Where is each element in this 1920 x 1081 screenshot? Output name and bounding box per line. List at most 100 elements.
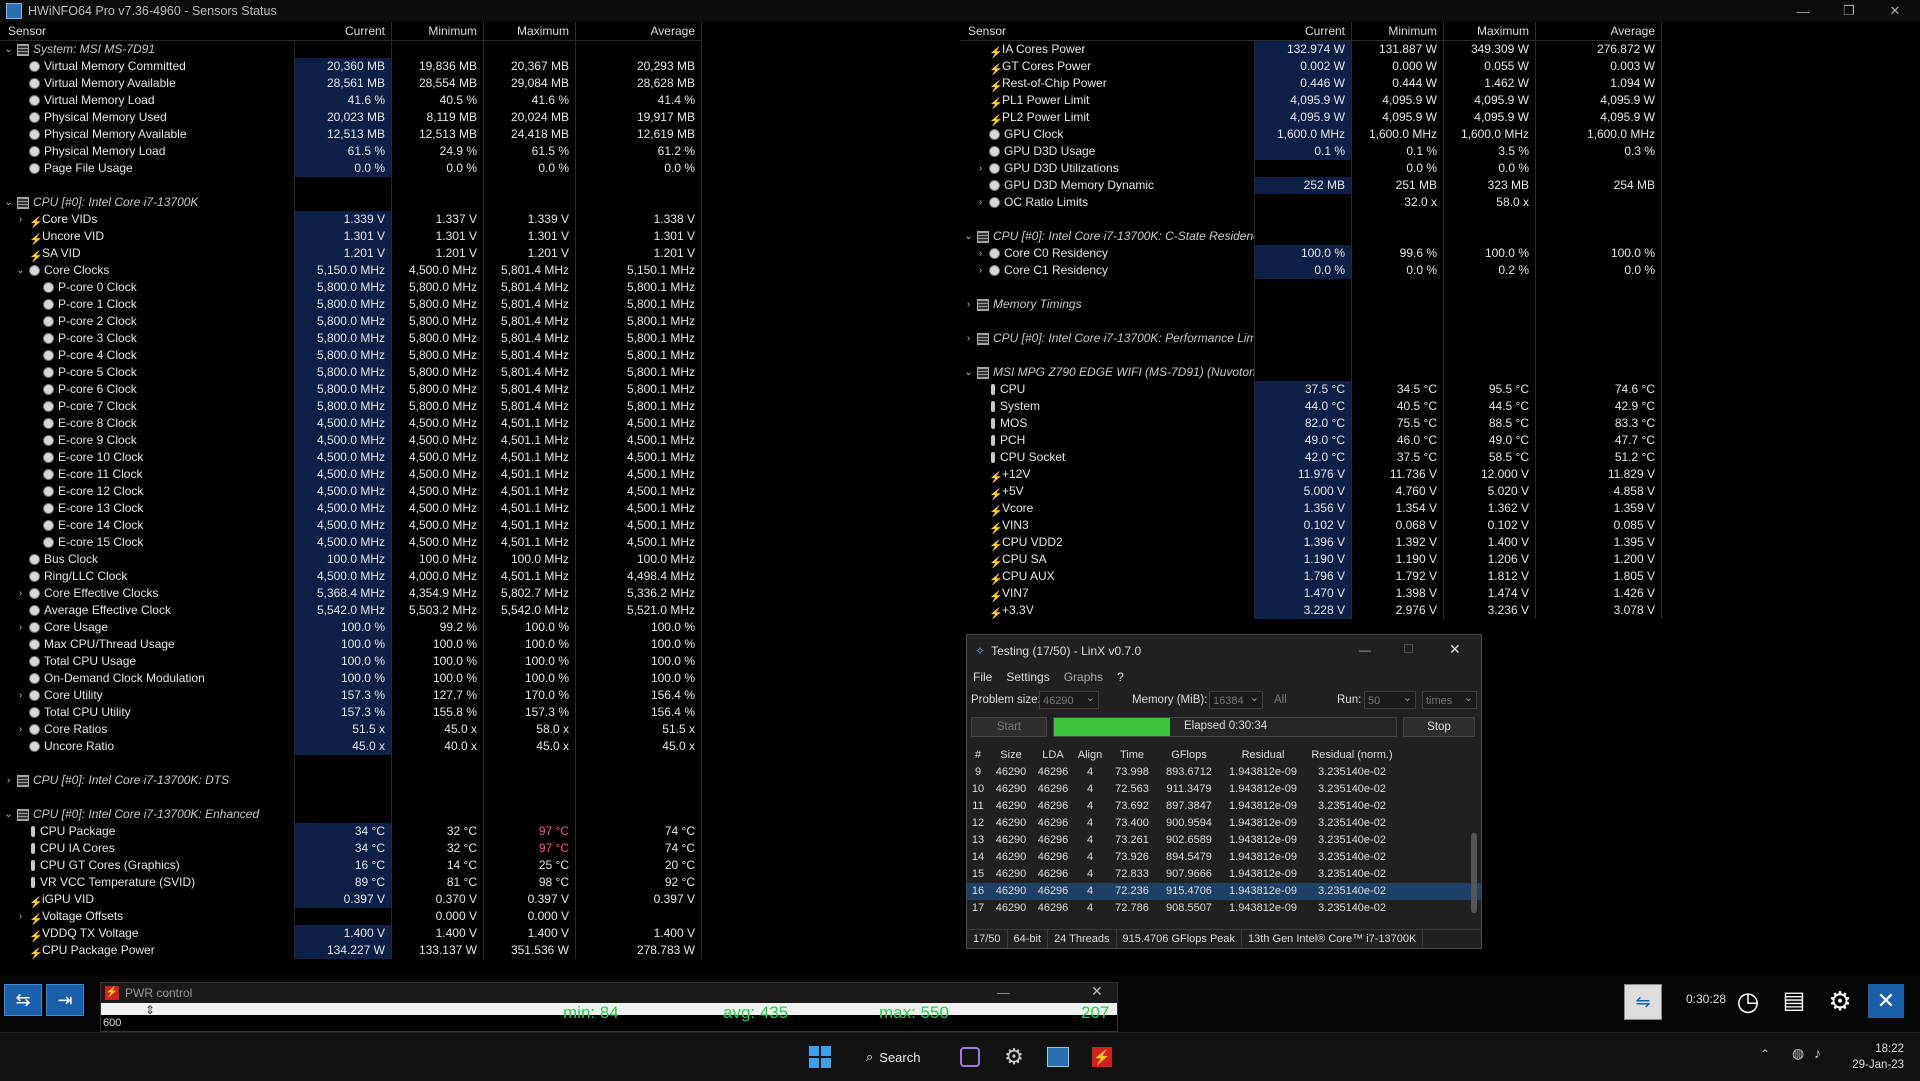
sensor-row[interactable]: Total CPU Utility 157.3 % 155.8 % 157.3 % 15…: [0, 704, 702, 721]
sensor-row[interactable]: CPU Package 34 °C 32 °C 97 °C 74 °C: [0, 823, 702, 840]
expand-toggle-icon[interactable]: ›: [974, 194, 987, 211]
expand-toggle-icon[interactable]: ›: [14, 585, 27, 602]
pwr-taskbar-icon[interactable]: ⚡: [1086, 1041, 1118, 1073]
sensor-row[interactable]: CPU 37.5 °C 34.5 °C 95.5 °C 74.6 °C: [960, 381, 1662, 398]
sensor-row[interactable]: › Core Effective Clocks 5,368.4 MHz 4,354.9…: [0, 585, 702, 602]
nav-right-icon[interactable]: ⇥: [46, 984, 84, 1016]
nav-left-icon[interactable]: ⇆: [4, 984, 42, 1016]
memory-all-button[interactable]: All: [1274, 694, 1287, 706]
results-col-header[interactable]: #: [967, 747, 989, 764]
sensor-row[interactable]: E-core 13 Clock 4,500.0 MHz 4,500.0 MHz 4,5…: [0, 500, 702, 517]
sensor-row[interactable]: GPU Clock 1,600.0 MHz 1,600.0 MHz 1,600.0 M…: [960, 126, 1662, 143]
problem-size-select[interactable]: 46290: [1039, 689, 1099, 709]
sensor-row[interactable]: ⚡ SA VID 1.201 V 1.201 V 1.201 V 1.201 V: [0, 245, 702, 262]
sensor-row[interactable]: ⚡ VIN3 0.102 V 0.068 V 0.102 V 0.085 V: [960, 517, 1662, 534]
sensor-row[interactable]: P-core 0 Clock 5,800.0 MHz 5,800.0 MHz 5,80…: [0, 279, 702, 296]
menu-file[interactable]: File: [973, 670, 992, 684]
sensor-row[interactable]: CPU IA Cores 34 °C 32 °C 97 °C 74 °C: [0, 840, 702, 857]
sensor-row[interactable]: P-core 6 Clock 5,800.0 MHz 5,800.0 MHz 5,80…: [0, 381, 702, 398]
sensor-group-row[interactable]: ⌄ System: MSI MS-7D91: [0, 41, 702, 58]
taskbar-search[interactable]: ⌕ Search: [854, 1041, 946, 1073]
expand-toggle-icon[interactable]: ›: [14, 908, 27, 925]
report-icon[interactable]: ▤: [1776, 984, 1812, 1018]
sensor-row[interactable]: › Core Ratios 51.5 x 45.0 x 58.0 x 51.5 x: [0, 721, 702, 738]
sensor-row[interactable]: Virtual Memory Committed 20,360 MB 19,836 …: [0, 58, 702, 75]
sensor-row[interactable]: P-core 1 Clock 5,800.0 MHz 5,800.0 MHz 5,80…: [0, 296, 702, 313]
hwinfo-taskbar-icon[interactable]: [1042, 1041, 1074, 1073]
menu-help[interactable]: ?: [1117, 670, 1124, 684]
minimize-icon[interactable]: —: [1359, 643, 1371, 657]
expand-toggle-icon[interactable]: ›: [974, 160, 987, 177]
sensor-row[interactable]: ⚡ +12V 11.976 V 11.736 V 12.000 V 11.829 V: [960, 466, 1662, 483]
stop-button[interactable]: Stop: [1403, 717, 1475, 737]
sensor-row[interactable]: ⚡ CPU AUX 1.796 V 1.792 V 1.812 V 1.805 V: [960, 568, 1662, 585]
sensor-row[interactable]: ⚡ VIN7 1.470 V 1.398 V 1.474 V 1.426 V: [960, 585, 1662, 602]
sensor-row[interactable]: Ring/LLC Clock 4,500.0 MHz 4,000.0 MHz 4,50…: [0, 568, 702, 585]
sensor-row[interactable]: › OC Ratio Limits 32.0 x 58.0 x: [960, 194, 1662, 211]
expand-toggle-icon[interactable]: ›: [14, 211, 27, 228]
expand-toggle-icon[interactable]: ⌄: [2, 41, 15, 58]
results-row[interactable]: 11 46290 46296 4 73.692 897.3847 1.943812e-09 3…: [967, 798, 1481, 815]
sensor-group-row[interactable]: ⌄ MSI MPG Z790 EDGE WIFI (MS-7D91) (Nuvot…: [960, 364, 1662, 381]
sensor-row[interactable]: ⚡ iGPU VID 0.397 V 0.370 V 0.397 V 0.397 V: [0, 891, 702, 908]
sensor-row[interactable]: E-core 8 Clock 4,500.0 MHz 4,500.0 MHz 4,50…: [0, 415, 702, 432]
sensor-row[interactable]: Uncore Ratio 45.0 x 40.0 x 45.0 x 45.0 x: [0, 738, 702, 755]
sensor-row[interactable]: CPU Socket 42.0 °C 37.5 °C 58.5 °C 51.2 °C: [960, 449, 1662, 466]
sensor-row[interactable]: › Core Utility 157.3 % 127.7 % 170.0 % 156.4 …: [0, 687, 702, 704]
results-row[interactable]: 10 46290 46296 4 72.563 911.3479 1.943812e-09 3…: [967, 781, 1481, 798]
sensor-row[interactable]: ⚡ PL1 Power Limit 4,095.9 W 4,095.9 W 4,095.…: [960, 92, 1662, 109]
volume-icon[interactable]: ♪: [1814, 1045, 1821, 1061]
results-col-header[interactable]: Residual (norm.): [1305, 747, 1399, 764]
settings-gear-icon[interactable]: ⚙: [1822, 984, 1858, 1018]
sensor-row[interactable]: P-core 7 Clock 5,800.0 MHz 5,800.0 MHz 5,80…: [0, 398, 702, 415]
header-average[interactable]: Average: [576, 22, 702, 40]
expand-toggle-icon[interactable]: ⌄: [962, 228, 975, 245]
sensor-row[interactable]: P-core 5 Clock 5,800.0 MHz 5,800.0 MHz 5,80…: [0, 364, 702, 381]
start-icon[interactable]: [804, 1041, 836, 1073]
maximize-icon[interactable]: ☐: [1403, 642, 1414, 656]
network-icon[interactable]: ◍: [1792, 1045, 1804, 1062]
sensor-row[interactable]: › ⚡ Core VIDs 1.339 V 1.337 V 1.339 V 1.338 V: [0, 211, 702, 228]
sensor-row[interactable]: › Core C1 Residency 0.0 % 0.0 % 0.2 % 0.0 %: [960, 262, 1662, 279]
network-toggle-icon[interactable]: ⇋: [1624, 984, 1662, 1020]
sensor-row[interactable]: › Core Usage 100.0 % 99.2 % 100.0 % 100.0 %: [0, 619, 702, 636]
restore-icon[interactable]: ❐: [1826, 0, 1872, 22]
header-minimum[interactable]: Minimum: [392, 22, 484, 40]
sensor-row[interactable]: ⚡ GT Cores Power 0.002 W 0.000 W 0.055 W 0.00…: [960, 58, 1662, 75]
sensor-row[interactable]: P-core 3 Clock 5,800.0 MHz 5,800.0 MHz 5,80…: [0, 330, 702, 347]
sensor-row[interactable]: GPU D3D Usage 0.1 % 0.1 % 3.5 % 0.3 %: [960, 143, 1662, 160]
sensor-row[interactable]: E-core 12 Clock 4,500.0 MHz 4,500.0 MHz 4,5…: [0, 483, 702, 500]
sensor-row[interactable]: ⚡ +5V 5.000 V 4.760 V 5.020 V 4.858 V: [960, 483, 1662, 500]
sensor-row[interactable]: On-Demand Clock Modulation 100.0 % 100.0 %…: [0, 670, 702, 687]
run-unit-select[interactable]: times: [1422, 689, 1477, 709]
sensor-row[interactable]: System 44.0 °C 40.5 °C 44.5 °C 42.9 °C: [960, 398, 1662, 415]
expand-toggle-icon[interactable]: ›: [14, 619, 27, 636]
sensor-row[interactable]: E-core 10 Clock 4,500.0 MHz 4,500.0 MHz 4,5…: [0, 449, 702, 466]
sensor-row[interactable]: Physical Memory Available 12,513 MB 12,513…: [0, 126, 702, 143]
pwr-close-icon[interactable]: ✕: [1091, 983, 1103, 1000]
menu-settings[interactable]: Settings: [1006, 670, 1049, 684]
results-row[interactable]: 14 46290 46296 4 73.926 894.5479 1.943812e-09 3…: [967, 849, 1481, 866]
sensor-row[interactable]: ⚡ VDDQ TX Voltage 1.400 V 1.400 V 1.400 V 1.4…: [0, 925, 702, 942]
sensor-group-row[interactable]: › Memory Timings: [960, 296, 1662, 313]
results-row[interactable]: 9 46290 46296 4 73.998 893.6712 1.943812e-09 3.…: [967, 764, 1481, 781]
tray-chevron-icon[interactable]: ⌃: [1760, 1047, 1770, 1061]
sensor-row[interactable]: Average Effective Clock 5,542.0 MHz 5,503.…: [0, 602, 702, 619]
sensor-row[interactable]: ⚡ +3.3V 3.228 V 2.976 V 3.236 V 3.078 V: [960, 602, 1662, 619]
expand-toggle-icon[interactable]: ›: [962, 296, 975, 313]
expand-toggle-icon[interactable]: ⌄: [2, 806, 15, 823]
minimize-icon[interactable]: —: [1780, 0, 1826, 22]
sensor-row[interactable]: ⚡ Rest-of-Chip Power 0.446 W 0.444 W 1.462 W…: [960, 75, 1662, 92]
sensor-group-row[interactable]: ⌄ CPU [#0]: Intel Core i7-13700K: [0, 194, 702, 211]
sensor-row[interactable]: › GPU D3D Utilizations 0.0 % 0.0 %: [960, 160, 1662, 177]
expand-toggle-icon[interactable]: ›: [974, 262, 987, 279]
sensor-row[interactable]: › Core C0 Residency 100.0 % 99.6 % 100.0 % 10…: [960, 245, 1662, 262]
sensor-row[interactable]: Physical Memory Used 20,023 MB 8,119 MB 20,…: [0, 109, 702, 126]
sensor-row[interactable]: ⚡ PL2 Power Limit 4,095.9 W 4,095.9 W 4,095.…: [960, 109, 1662, 126]
results-col-header[interactable]: Align: [1073, 747, 1107, 764]
expand-toggle-icon[interactable]: ›: [14, 687, 27, 704]
start-button[interactable]: Start: [971, 717, 1047, 737]
sensor-row[interactable]: P-core 4 Clock 5,800.0 MHz 5,800.0 MHz 5,80…: [0, 347, 702, 364]
sensor-row[interactable]: ⚡ IA Cores Power 132.974 W 131.887 W 349.309…: [960, 41, 1662, 58]
sensor-row[interactable]: GPU D3D Memory Dynamic 252 MB 251 MB 323 MB…: [960, 177, 1662, 194]
